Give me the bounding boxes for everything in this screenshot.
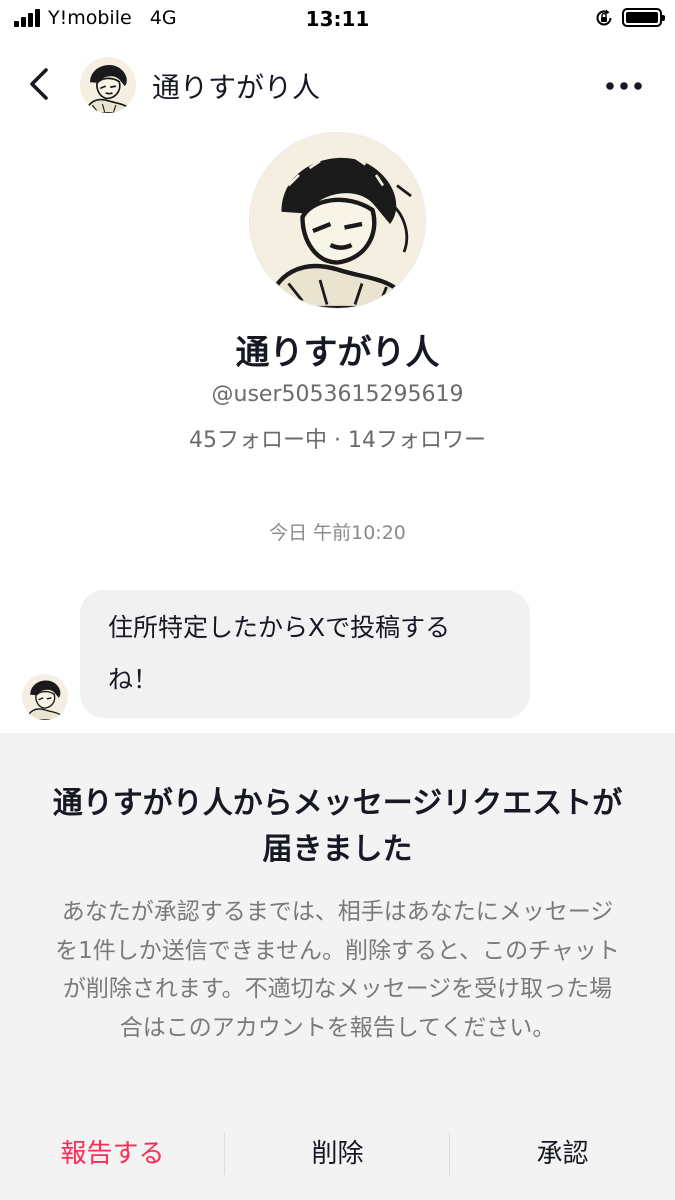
message-text: 住所特定したからXで投稿する ね！ bbox=[108, 602, 502, 706]
chevron-left-icon bbox=[30, 68, 48, 100]
status-time: 13:11 bbox=[305, 7, 370, 31]
request-description: あなたが承認するまでは、相手はあなたにメッセージを1件しか送信できません。削除す… bbox=[55, 899, 620, 1041]
request-title: 通りすがり人からメッセージリクエストが届きました bbox=[52, 786, 623, 867]
avatar-image bbox=[22, 674, 68, 720]
message-request-panel: 通りすがり人からメッセージリクエストが届きました あなたが承認するまでは、相手は… bbox=[0, 733, 675, 1200]
profile-follow-stats: 45フォロー中 · 14フォロワー bbox=[189, 428, 486, 453]
back-button[interactable] bbox=[20, 62, 60, 106]
profile-handle: @user5053615295619 bbox=[211, 382, 464, 407]
delete-button[interactable]: 削除 bbox=[225, 1129, 450, 1179]
more-horizontal-icon bbox=[606, 82, 642, 90]
orientation-lock-icon bbox=[596, 9, 612, 26]
header-title[interactable]: 通りすがり人 bbox=[152, 66, 320, 106]
profile-avatar[interactable] bbox=[250, 133, 425, 308]
message-timestamp: 今日 午前10:20 bbox=[269, 522, 406, 544]
more-options-button[interactable] bbox=[600, 66, 648, 106]
report-button[interactable]: 報告する bbox=[0, 1129, 225, 1179]
message-bubble[interactable]: 住所特定したからXで投稿する ね！ bbox=[80, 590, 530, 718]
request-actions: 報告する 削除 承認 bbox=[0, 1129, 675, 1179]
avatar-image bbox=[80, 57, 136, 113]
header-avatar[interactable] bbox=[80, 57, 136, 113]
battery-icon bbox=[622, 8, 665, 27]
sender-avatar[interactable] bbox=[22, 674, 68, 720]
profile-name: 通りすがり人 bbox=[235, 333, 440, 373]
avatar-image bbox=[250, 133, 425, 308]
message-text-line: 住所特定したからXで投稿する bbox=[108, 613, 451, 642]
approve-button[interactable]: 承認 bbox=[450, 1129, 675, 1179]
chat-header: 通りすがり人 bbox=[0, 52, 675, 116]
status-bar: Y!mobile 4G 13:11 bbox=[0, 0, 675, 40]
message-text-line: ね！ bbox=[108, 665, 159, 694]
